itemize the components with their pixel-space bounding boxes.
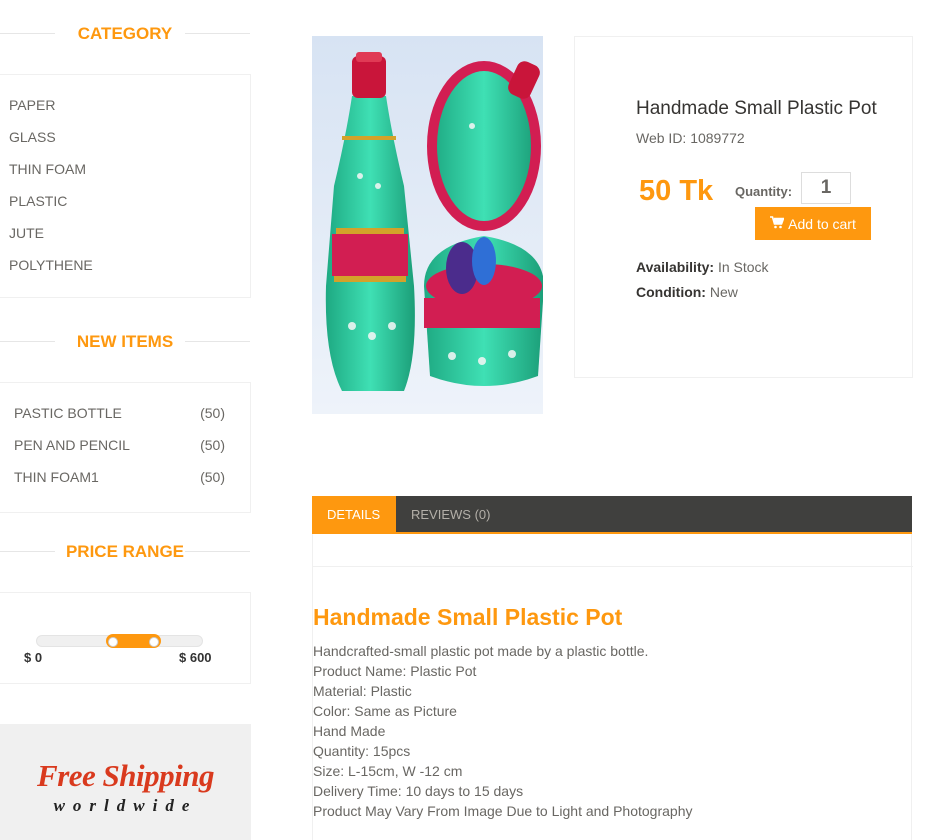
category-item-plastic[interactable]: PLASTIC [9, 193, 67, 209]
condition-value: New [709, 284, 738, 300]
free-shipping-text: Free Shipping [37, 758, 214, 793]
details-line: Material: Plastic [313, 683, 412, 699]
new-items-heading: NEW ITEMS [0, 332, 250, 352]
details-line: Hand Made [313, 723, 386, 739]
price-slider-max-handle[interactable] [149, 637, 159, 647]
category-item-glass[interactable]: GLASS [9, 129, 56, 145]
shopping-cart-icon [770, 215, 785, 232]
product-price: 50 Tk [639, 175, 714, 207]
category-heading: CATEGORY [0, 24, 250, 44]
new-item-count: (50) [200, 437, 225, 453]
details-heading: Handmade Small Plastic Pot [313, 604, 623, 630]
product-image [312, 36, 543, 414]
category-item-polythene[interactable]: POLYTHENE [9, 257, 93, 273]
new-item-label: PASTIC BOTTLE [14, 405, 122, 421]
quantity-label: Quantity: [735, 184, 793, 199]
add-to-cart-label: Add to cart [788, 215, 856, 232]
worldwide-text: worldwide [53, 796, 198, 815]
new-item-count: (50) [200, 469, 225, 485]
availability-value: In Stock [717, 259, 769, 275]
tab-reviews[interactable]: REVIEWS (0) [396, 496, 505, 534]
price-range-heading: PRICE RANGE [0, 542, 250, 562]
details-line: Size: L-15cm, W -12 cm [313, 763, 463, 779]
category-item-thin-foam[interactable]: THIN FOAM [9, 161, 86, 177]
new-item-thin-foam1[interactable]: THIN FOAM1 (50) [14, 469, 225, 485]
price-range-title: PRICE RANGE [65, 542, 185, 561]
quantity-input[interactable] [801, 172, 851, 204]
tab-details[interactable]: DETAILS [312, 496, 396, 534]
category-item-paper[interactable]: PAPER [9, 97, 55, 113]
category-title: CATEGORY [77, 24, 173, 43]
availability-row: Availability: In Stock [636, 259, 769, 275]
add-to-cart-button[interactable]: Add to cart [755, 207, 871, 240]
category-list: PAPER GLASS THIN FOAM PLASTIC JUTE POLYT… [0, 74, 251, 298]
new-item-count: (50) [200, 405, 225, 421]
condition-row: Condition: New [636, 284, 738, 300]
product-info-panel: Handmade Small Plastic Pot Web ID: 10897… [574, 36, 913, 378]
new-item-label: PEN AND PENCIL [14, 437, 130, 453]
price-max-label: $ 600 [179, 650, 212, 665]
new-items-title: NEW ITEMS [76, 332, 174, 351]
new-item-pen-and-pencil[interactable]: PEN AND PENCIL (50) [14, 437, 225, 453]
condition-label: Condition: [636, 284, 706, 300]
new-item-label: THIN FOAM1 [14, 469, 99, 485]
new-items-list: PASTIC BOTTLE (50) PEN AND PENCIL (50) T… [0, 382, 251, 513]
new-item-pastic-bottle[interactable]: PASTIC BOTTLE (50) [14, 405, 225, 421]
price-range-box: $ 0 $ 600 [0, 592, 251, 684]
details-line: Product Name: Plastic Pot [313, 663, 477, 679]
price-min-label: $ 0 [24, 650, 43, 665]
details-line: Quantity: 15pcs [313, 743, 411, 759]
product-tabs: DETAILS REVIEWS (0) [312, 496, 912, 534]
details-line: Delivery Time: 10 days to 15 days [313, 783, 524, 799]
details-line: Product May Vary From Image Due to Light… [313, 803, 693, 819]
availability-label: Availability: [636, 259, 715, 275]
product-title: Handmade Small Plastic Pot [636, 98, 877, 119]
details-line: Handcrafted-small plastic pot made by a … [313, 643, 649, 659]
free-shipping-banner[interactable]: Free Shipping worldwide [0, 724, 251, 840]
product-web-id: Web ID: 1089772 [636, 130, 745, 146]
price-slider-min-handle[interactable] [108, 637, 118, 647]
category-item-jute[interactable]: JUTE [9, 225, 44, 241]
details-line: Color: Same as Picture [313, 703, 457, 719]
